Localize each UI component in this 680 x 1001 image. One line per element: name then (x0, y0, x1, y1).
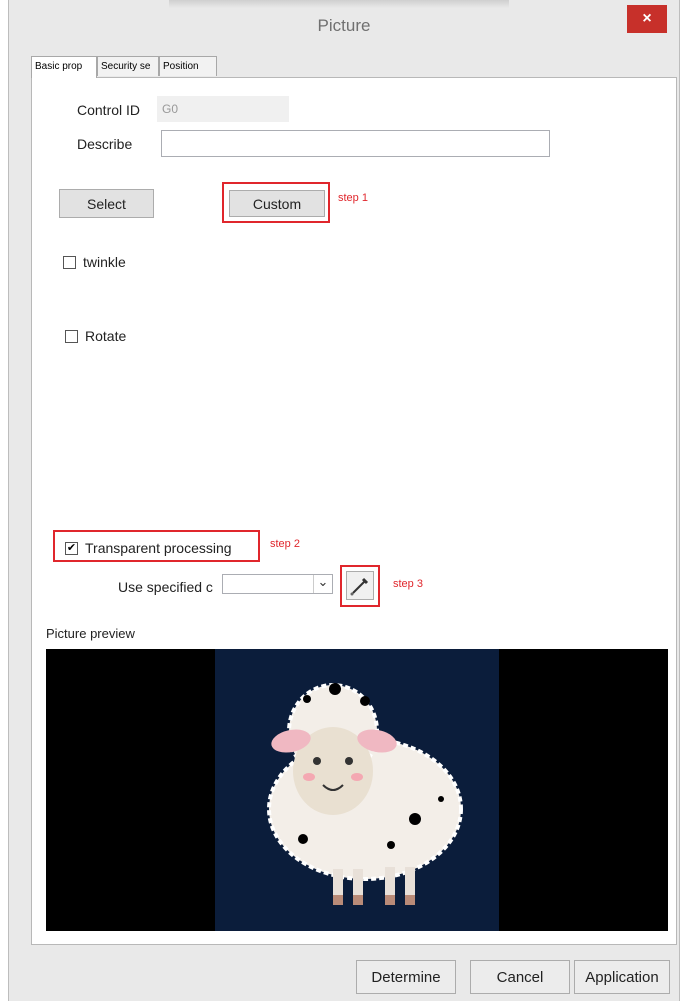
control-id-field: G0 (157, 96, 289, 122)
transparent-processing-label: Transparent processing (85, 540, 232, 556)
picture-preview (46, 649, 668, 931)
picture-dialog: Picture × Basic prop Security se Positio… (8, 0, 680, 1001)
eyedropper-button[interactable] (346, 571, 374, 600)
color-select[interactable]: ⌄ (222, 574, 333, 594)
tab-basic-properties[interactable]: Basic prop (31, 56, 97, 78)
tab-security-settings[interactable]: Security se (97, 56, 159, 76)
control-id-label: Control ID (77, 102, 141, 118)
cancel-button[interactable]: Cancel (470, 960, 570, 994)
title-bar-shading (169, 0, 509, 8)
chevron-down-icon[interactable]: ⌄ (313, 575, 332, 593)
title-bar[interactable]: Picture × (9, 0, 679, 50)
step3-annotation: step 3 (393, 578, 423, 590)
use-specified-color-label: Use specified c (118, 579, 213, 595)
determine-button[interactable]: Determine (356, 960, 456, 994)
close-icon: × (642, 10, 652, 27)
sheep-image (267, 683, 463, 905)
picture-preview-label: Picture preview (46, 626, 135, 641)
select-button[interactable]: Select (59, 189, 154, 218)
eyedropper-icon (350, 577, 369, 596)
close-button[interactable]: × (627, 5, 667, 33)
step2-annotation: step 2 (270, 538, 300, 550)
basic-properties-panel: Control ID G0 Describe Select Custom ste… (31, 77, 677, 945)
application-button[interactable]: Application (574, 960, 670, 994)
step1-annotation: step 1 (338, 192, 368, 204)
dialog-title: Picture (317, 16, 371, 35)
transparent-processing-checkbox[interactable]: ✔ (65, 542, 78, 555)
twinkle-label: twinkle (83, 254, 126, 270)
rotate-label: Rotate (85, 328, 127, 344)
step1-highlight (222, 182, 330, 223)
twinkle-checkbox[interactable] (63, 256, 76, 269)
describe-label: Describe (77, 136, 133, 152)
check-icon: ✔ (66, 542, 77, 554)
rotate-checkbox[interactable] (65, 330, 78, 343)
describe-input[interactable] (161, 130, 550, 157)
tab-position[interactable]: Position (159, 56, 217, 76)
